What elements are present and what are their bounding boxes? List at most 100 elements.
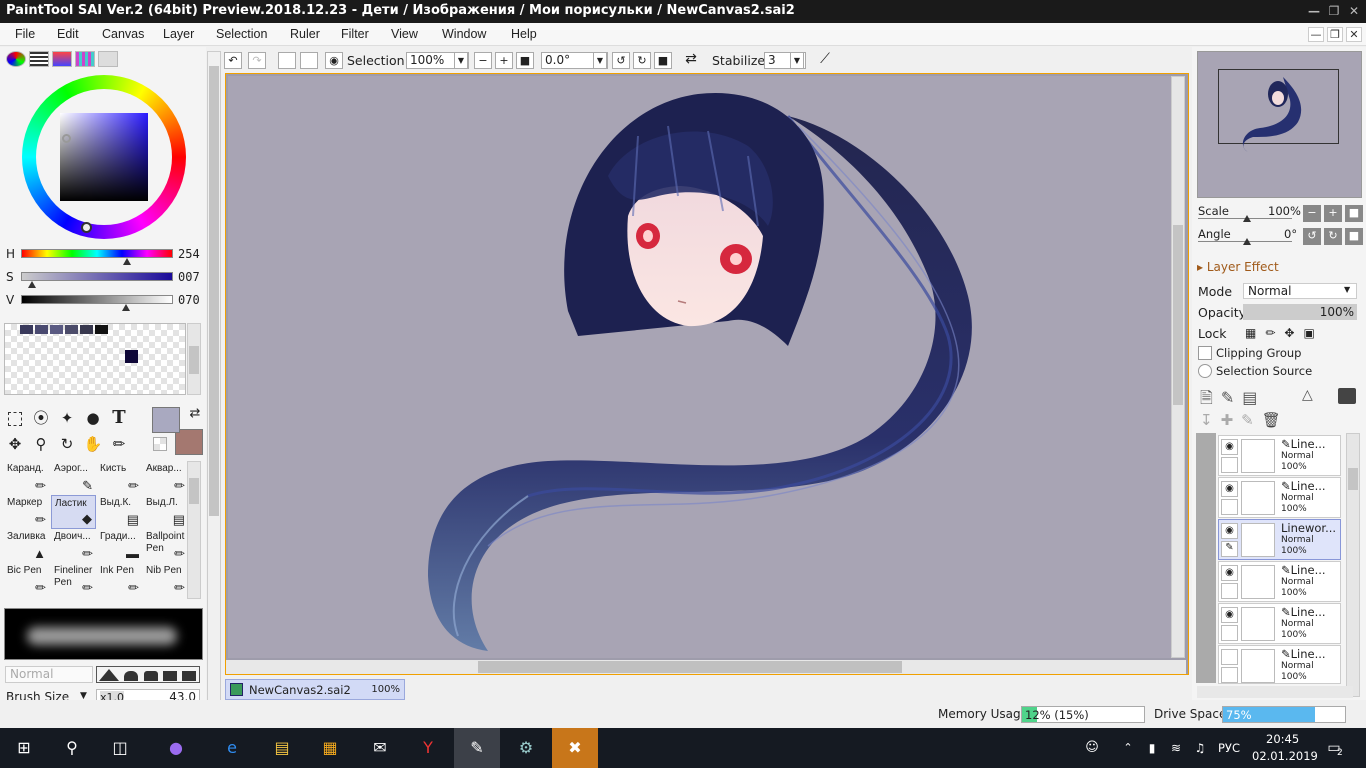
hand-icon[interactable]: ✋ — [82, 433, 104, 455]
menu-file[interactable]: File — [15, 27, 35, 41]
zoom-reset-icon[interactable]: ■ — [516, 52, 534, 69]
menu-layer[interactable]: Layer — [163, 27, 194, 41]
flip-horizontal-icon[interactable]: ⇄ — [682, 52, 700, 69]
invert-selection-icon[interactable] — [300, 52, 318, 69]
swatch[interactable] — [95, 325, 108, 334]
swatch[interactable] — [125, 350, 138, 363]
layer-item[interactable]: ◉ ✎Line... Normal 100% — [1218, 477, 1341, 518]
brush-slot[interactable]: Nib Pen ✏ — [143, 563, 188, 597]
wifi-icon[interactable]: ≋ — [1164, 736, 1188, 760]
transparent-color-icon[interactable] — [153, 437, 167, 451]
swatch-palette[interactable] — [4, 323, 186, 395]
new-linework-layer-icon[interactable]: ✎ — [1221, 388, 1242, 407]
menu-selection[interactable]: Selection — [216, 27, 267, 41]
canvas-viewport[interactable] — [225, 73, 1189, 675]
trash-icon[interactable]: 🗑 — [1262, 411, 1289, 429]
cortana-mic-icon[interactable]: ● — [164, 736, 188, 760]
rect-select-icon[interactable] — [4, 407, 26, 429]
brush-slot[interactable]: Bic Pen ✏ — [4, 563, 49, 597]
layer-mask-icon[interactable] — [1338, 388, 1356, 404]
brush-slot[interactable]: Ballpoint Pen ✏ — [143, 529, 188, 563]
mail-icon[interactable]: ✉ — [368, 736, 392, 760]
hue-slider-handle[interactable] — [123, 258, 131, 265]
stabilizer-dropdown-icon[interactable]: ▼ — [790, 52, 804, 69]
brush-slot-selected[interactable]: Ластик ◆ — [51, 495, 96, 529]
blend-mode-select[interactable]: Normal — [5, 666, 93, 683]
redo-icon[interactable]: ↷ — [248, 52, 266, 69]
menu-help[interactable]: Help — [511, 27, 537, 41]
eye-icon[interactable]: ◉ — [1221, 565, 1238, 581]
straight-line-icon[interactable]: ⟋ — [816, 52, 834, 69]
layer-effect-header[interactable]: ▸ Layer Effect — [1197, 260, 1279, 274]
lock-options[interactable]: ▦✏✥▣ — [1245, 326, 1324, 340]
menu-view[interactable]: View — [391, 27, 418, 41]
mode-dropdown-icon[interactable]: ▼ — [1344, 285, 1350, 294]
merge-down-icon[interactable]: ↧ — [1200, 411, 1221, 429]
layer-style-icon[interactable]: △ — [1302, 387, 1313, 403]
layer-option-box[interactable] — [1221, 457, 1238, 473]
task-view-icon[interactable]: ◫ — [108, 736, 132, 760]
zoom-out-icon[interactable]: − — [474, 52, 492, 69]
volume-icon[interactable]: ♫ — [1188, 736, 1212, 760]
brush-slot[interactable]: Выд.К. ▤ — [97, 495, 142, 529]
canvas-vertical-scrollbar[interactable] — [1171, 76, 1185, 658]
lasso-icon[interactable]: ⦿ — [30, 407, 52, 429]
swatch[interactable] — [50, 325, 63, 334]
rotate-right-icon[interactable]: ↻ — [633, 52, 651, 69]
navigator-zoom-out-icon[interactable]: − — [1303, 205, 1321, 222]
rotate-left-icon[interactable]: ↺ — [612, 52, 630, 69]
people-icon[interactable]: ☺ — [1080, 736, 1104, 760]
menu-filter[interactable]: Filter — [341, 27, 369, 41]
scale-slider-handle[interactable] — [1243, 215, 1251, 222]
navigator-zoom-reset-icon[interactable]: ■ — [1345, 205, 1363, 222]
new-folder-icon[interactable]: ▤ — [1242, 388, 1265, 407]
rotate-icon[interactable]: ↻ — [56, 433, 78, 455]
restore-icon[interactable]: ❐ — [1326, 3, 1342, 19]
palette-tab-icon[interactable] — [75, 51, 95, 67]
swatch[interactable] — [35, 325, 48, 334]
clipping-group-checkbox[interactable] — [1198, 346, 1212, 360]
deselect-icon[interactable] — [278, 52, 296, 69]
layer-item[interactable]: ◉ ✎Line... Normal 100% — [1218, 435, 1341, 476]
edit-pen-icon[interactable]: ✎ — [1221, 541, 1238, 557]
windows-start-icon[interactable]: ⊞ — [12, 736, 36, 760]
hsv-slider-tab-icon[interactable] — [52, 51, 72, 67]
layer-option-box[interactable] — [1221, 499, 1238, 515]
layer-item[interactable]: ◉ ✎Line... Normal 100% — [1218, 561, 1341, 602]
brush-scrollbar[interactable] — [187, 461, 201, 599]
yandex-browser-icon[interactable]: Y — [416, 736, 440, 760]
swatch[interactable] — [20, 325, 33, 334]
layer-option-box[interactable] — [1221, 625, 1238, 641]
clock-time[interactable]: 20:45 — [1266, 732, 1299, 746]
layer-item[interactable]: ✎Line... Normal 100% — [1218, 645, 1341, 684]
swatch[interactable] — [80, 325, 93, 334]
layer-mode-select[interactable]: Normal — [1243, 283, 1357, 299]
layer-list-scrollbar[interactable] — [1346, 433, 1360, 697]
zoom-dropdown-icon[interactable]: ▼ — [454, 52, 468, 69]
file-explorer-icon[interactable]: ▤ — [270, 736, 294, 760]
move-icon[interactable]: ✥ — [4, 433, 26, 455]
eyedropper-icon[interactable]: ✏ — [108, 433, 130, 455]
language-indicator[interactable]: РУС — [1218, 741, 1240, 755]
new-layer-icon[interactable]: 🗎 — [1200, 388, 1221, 407]
angle-slider-handle[interactable] — [1243, 238, 1251, 245]
brush-slot[interactable]: Кисть ✏ — [97, 461, 142, 495]
eye-icon[interactable]: ◉ — [1221, 439, 1238, 455]
brush-slot[interactable]: Маркер ✏ — [4, 495, 49, 529]
edge-browser-icon[interactable]: e — [220, 736, 244, 760]
brush-slot[interactable]: Двоич... ✏ — [51, 529, 96, 563]
search-icon[interactable]: ⚲ — [60, 736, 84, 760]
rotation-reset-icon[interactable]: ■ — [654, 52, 672, 69]
shape-select-icon[interactable]: ● — [82, 407, 104, 429]
brush-slot[interactable]: Аэрог... ✎ — [51, 461, 96, 495]
document-tab[interactable]: NewCanvas2.sai2 100% — [225, 679, 405, 700]
clear-layer-icon[interactable]: ✎ — [1241, 411, 1262, 429]
navigator-rotate-right-icon[interactable]: ↻ — [1324, 228, 1342, 245]
brush-slot[interactable]: Каранд. ✏ — [4, 461, 49, 495]
menu-window[interactable]: Window — [442, 27, 486, 41]
steam-icon[interactable]: ⚙ — [514, 736, 538, 760]
color-wheel-tab-icon[interactable] — [6, 51, 26, 67]
primary-color[interactable] — [152, 407, 180, 433]
swap-colors-icon[interactable]: ⇄ — [184, 403, 206, 425]
eye-icon[interactable]: ◉ — [1221, 481, 1238, 497]
